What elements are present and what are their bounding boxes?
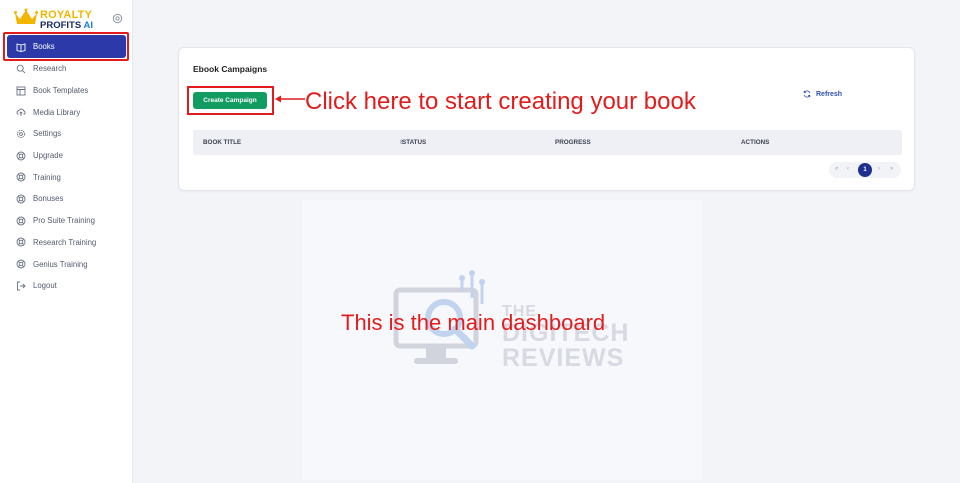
ebook-campaigns-card: Ebook Campaigns Create Campaign Refresh … (178, 47, 915, 191)
brand-name-line2: PROFITS AI (40, 20, 93, 31)
current-page-button[interactable]: 1 (858, 163, 872, 177)
sidebar-item-label: Bonuses (33, 194, 64, 204)
sidebar-item-label: Genius Training (33, 259, 88, 269)
gear-icon (16, 129, 26, 139)
sidebar-item-label: Media Library (33, 107, 81, 117)
sidebar-item-label: Research (33, 64, 67, 74)
sidebar-item-label: Upgrade (33, 151, 63, 161)
annotation-arrow-icon (275, 95, 305, 103)
sidebar-item-research[interactable]: Research (0, 58, 133, 80)
card-title: Ebook Campaigns (193, 64, 268, 74)
sidebar-nav: Books Research Book Templates Media Libr… (0, 35, 133, 297)
table-header: BOOK TITLE ⇕ STATUS PROGRESS ACTIONS (193, 130, 902, 155)
sidebar-item-upgrade[interactable]: Upgrade (0, 145, 133, 167)
annotation-click-here: Click here to start creating your book (305, 88, 696, 115)
sidebar-item-books[interactable]: Books (7, 35, 126, 58)
sidebar: ROYALTY PROFITS AI Books Research Book T… (0, 0, 133, 483)
pagination: « ‹ 1 › » (829, 162, 901, 178)
create-campaign-button[interactable]: Create Campaign (193, 92, 267, 109)
book-icon (16, 42, 26, 52)
sidebar-item-media-library[interactable]: Media Library (0, 101, 133, 123)
sidebar-item-research-training[interactable]: Research Training (0, 232, 133, 254)
sidebar-item-book-templates[interactable]: Book Templates (0, 80, 133, 102)
prev-page-button[interactable]: ‹ (847, 166, 849, 172)
refresh-button[interactable]: Refresh (803, 90, 842, 98)
last-page-button[interactable]: » (890, 166, 893, 172)
refresh-label: Refresh (816, 90, 843, 98)
first-page-button[interactable]: « (835, 166, 838, 172)
sidebar-item-training[interactable]: Training (0, 166, 133, 188)
column-header-book-title[interactable]: BOOK TITLE (203, 139, 241, 146)
sidebar-item-logout[interactable]: Logout (0, 275, 133, 297)
sidebar-item-settings[interactable]: Settings (0, 123, 133, 145)
sidebar-item-bonuses[interactable]: Bonuses (0, 188, 133, 210)
lifebuoy-icon (16, 259, 26, 269)
sidebar-item-label: Training (33, 172, 61, 182)
search-icon (16, 64, 26, 74)
sidebar-item-label: Pro Suite Training (33, 216, 95, 226)
sidebar-item-genius-training[interactable]: Genius Training (0, 253, 133, 275)
next-page-button[interactable]: › (878, 166, 880, 172)
sidebar-settings-icon[interactable] (112, 13, 123, 24)
sidebar-item-label: Book Templates (33, 86, 89, 96)
sidebar-item-pro-suite-training[interactable]: Pro Suite Training (0, 210, 133, 232)
watermark-panel: THE DIGITECH REVIEWS (302, 200, 702, 480)
crown-icon (14, 8, 38, 24)
template-icon (16, 86, 26, 96)
brand-logo[interactable]: ROYALTY PROFITS AI (14, 8, 104, 32)
refresh-icon (803, 90, 811, 98)
logout-icon (16, 281, 26, 291)
sidebar-item-label: Research Training (33, 237, 97, 247)
lifebuoy-icon (16, 172, 26, 182)
column-header-progress[interactable]: PROGRESS (555, 139, 591, 146)
column-header-actions[interactable]: ACTIONS (741, 139, 769, 146)
lifebuoy-icon (16, 151, 26, 161)
lifebuoy-icon (16, 194, 26, 204)
cloud-upload-icon (16, 107, 26, 117)
column-header-status[interactable]: STATUS (402, 139, 426, 146)
annotation-main-dashboard: This is the main dashboard (341, 310, 606, 335)
sidebar-item-label: Logout (33, 281, 57, 291)
sidebar-item-label: Books (33, 42, 55, 51)
sidebar-item-label: Settings (33, 129, 62, 139)
lifebuoy-icon (16, 216, 26, 226)
lifebuoy-icon (16, 237, 26, 247)
